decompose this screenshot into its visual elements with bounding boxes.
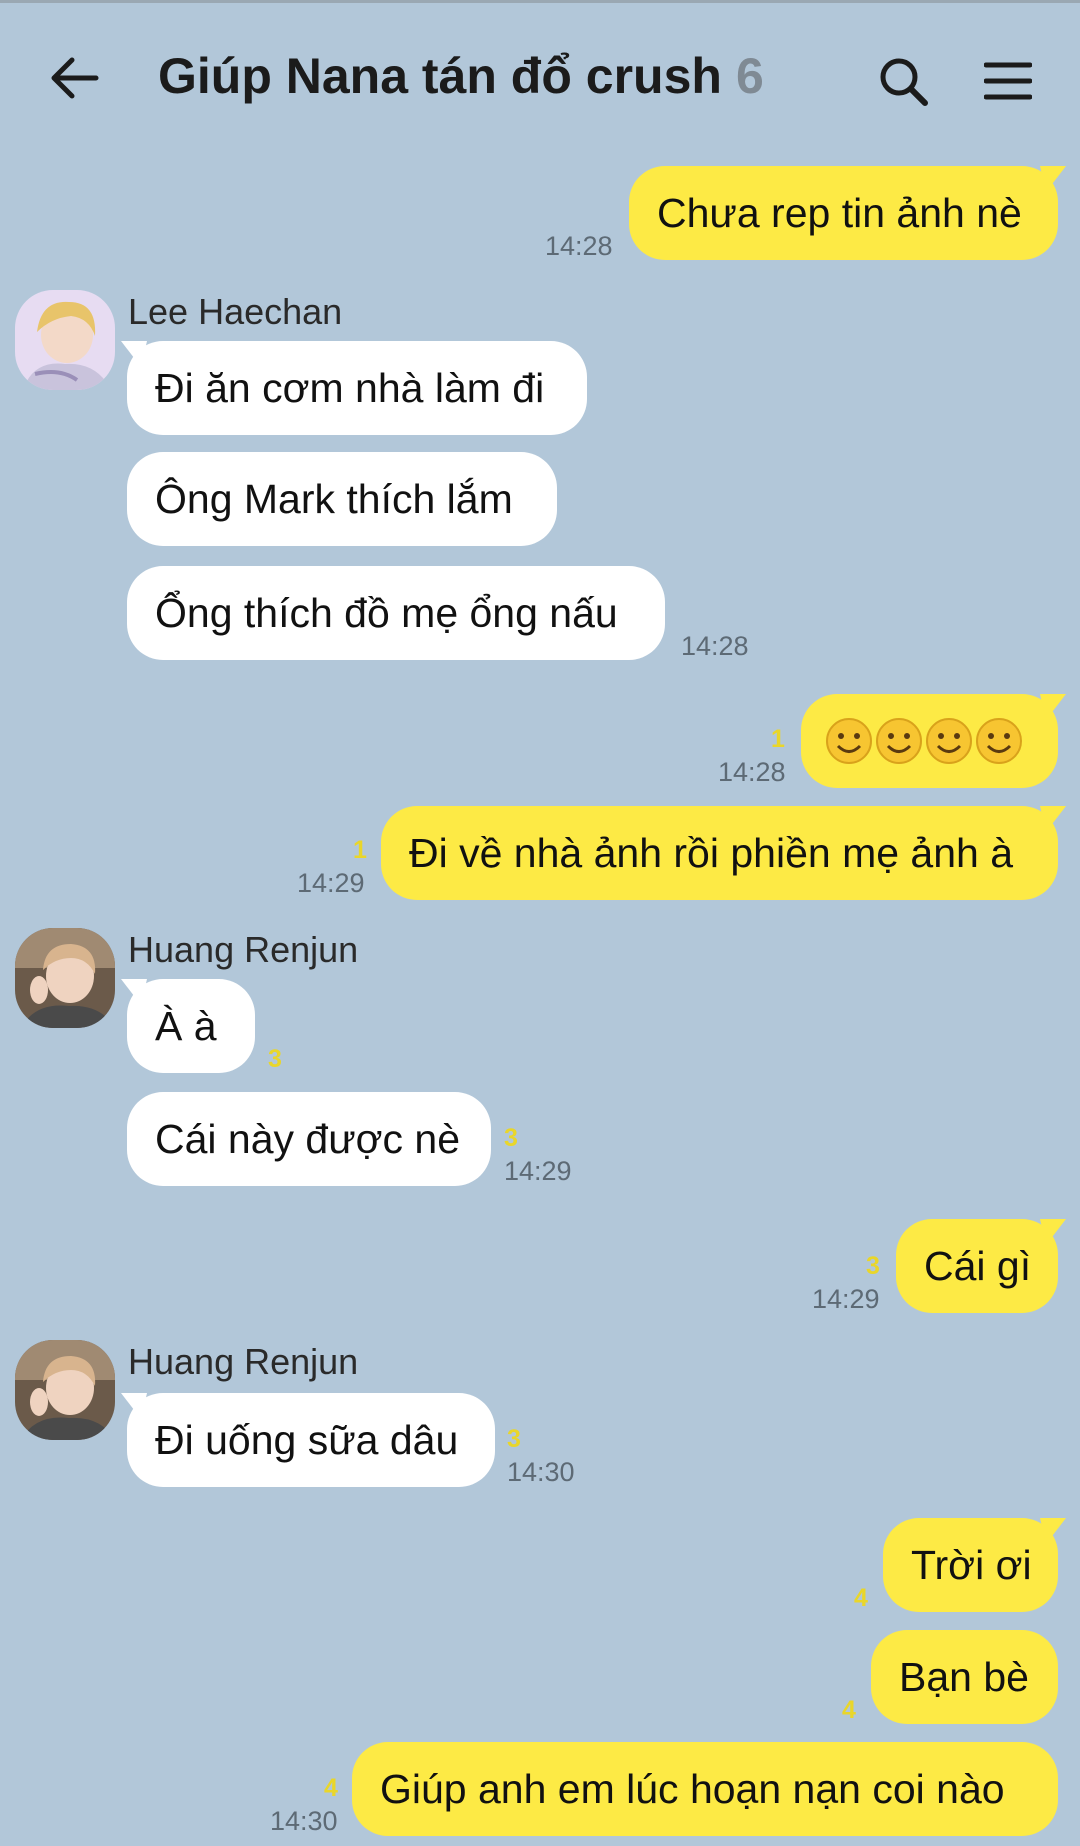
unread-count: 4 [854,1584,868,1612]
bubble-tail [1040,694,1066,720]
smiley-emoji-icons [826,718,1022,764]
my-emoji-bubble[interactable] [801,694,1058,788]
my-message-bubble[interactable]: Giúp anh em lúc hoạn nạn coi nào [352,1742,1058,1836]
other-message-bubble[interactable]: Ổng thích đồ mẹ ổng nấu [127,566,665,660]
unread-count: 3 [507,1425,521,1453]
avatar-huang-renjun[interactable] [15,928,115,1028]
chat-header: Giúp Nana tán đổ crush 6 [0,3,1080,153]
sender-name: Huang Renjun [128,929,359,970]
other-message-bubble[interactable]: Đi uống sữa dâu [127,1393,495,1487]
unread-count: 4 [324,1774,338,1802]
other-message-bubble[interactable]: Ông Mark thích lắm [127,452,557,546]
bubble-tail [1040,1518,1066,1544]
bubble-tail [1040,806,1066,832]
chat-title-text: Giúp Nana tán đổ crush [158,48,722,104]
bubble-tail [1040,1219,1066,1245]
message-time: 14:29 [297,868,365,898]
my-message-bubble[interactable]: Bạn bè [871,1630,1058,1724]
message-time: 14:30 [507,1457,575,1487]
avatar-image [15,928,115,1028]
back-button[interactable] [40,43,110,113]
avatar-huang-renjun[interactable] [15,1340,115,1440]
avatar-image [15,1340,115,1440]
message-time: 14:28 [681,631,749,661]
my-message-bubble[interactable]: Chưa rep tin ảnh nè [629,166,1058,260]
hamburger-menu-icon [984,62,1032,100]
other-message-bubble[interactable]: Cái này được nè [127,1092,491,1186]
sender-name: Huang Renjun [128,1341,359,1382]
avatar-lee-haechan[interactable] [15,290,115,390]
other-message-bubble[interactable]: À à [127,979,255,1073]
my-message-bubble[interactable]: Đi về nhà ảnh rồi phiền mẹ ảnh à [381,806,1058,900]
search-icon [880,58,928,106]
unread-count: 3 [504,1124,518,1152]
bubble-tail [1040,166,1066,192]
unread-count: 3 [866,1252,880,1280]
my-message-bubble[interactable]: Trời ơi [883,1518,1058,1612]
unread-count: 3 [268,1045,282,1073]
message-time: 14:29 [812,1284,880,1314]
unread-count: 4 [842,1696,856,1724]
message-time: 14:28 [545,231,613,261]
unread-count: 1 [353,836,367,864]
message-time: 14:30 [270,1806,338,1836]
member-count: 6 [735,48,764,104]
sender-name: Lee Haechan [128,291,343,332]
chat-title: Giúp Nana tán đổ crush 6 [158,47,764,105]
avatar-image [15,290,115,390]
back-arrow-icon [51,57,99,99]
message-time: 14:29 [504,1156,572,1186]
other-message-bubble[interactable]: Đi ăn cơm nhà làm đi [127,341,587,435]
menu-button[interactable] [975,48,1041,114]
my-message-bubble[interactable]: Cái gì [896,1219,1058,1313]
unread-count: 1 [771,725,785,753]
message-time: 14:28 [718,757,786,787]
search-button[interactable] [870,48,936,114]
